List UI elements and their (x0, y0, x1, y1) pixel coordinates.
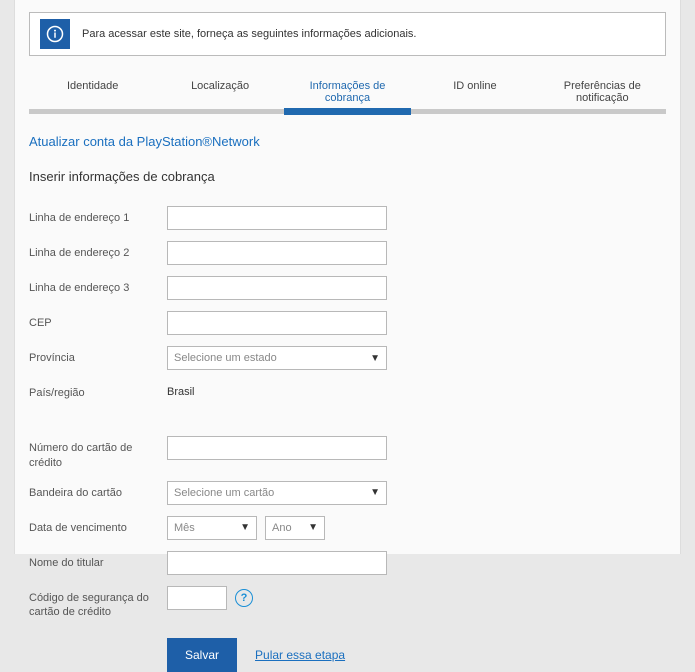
update-psn-link[interactable]: Atualizar conta da PlayStation®Network (29, 134, 666, 149)
wizard-tabs: Identidade Localização Informações de co… (29, 72, 666, 114)
label-address1: Linha de endereço 1 (29, 206, 159, 225)
label-country: País/região (29, 381, 159, 400)
info-notice: Para acessar este site, forneça as segui… (29, 12, 666, 56)
expiry-year-selected: Ano (272, 522, 292, 534)
cvv-input[interactable] (167, 586, 227, 610)
chevron-down-icon: ▼ (370, 487, 380, 498)
billing-form: Linha de endereço 1 Linha de endereço 2 … (29, 206, 666, 672)
address2-input[interactable] (167, 241, 387, 265)
label-province: Província (29, 346, 159, 365)
spacer (167, 411, 666, 425)
chevron-down-icon: ▼ (308, 522, 318, 533)
tab-online-id[interactable]: ID online (411, 72, 538, 114)
label-address3: Linha de endereço 3 (29, 276, 159, 295)
notice-message: Para acessar este site, forneça as segui… (82, 28, 416, 40)
country-value: Brasil (167, 381, 666, 398)
label-cc-brand: Bandeira do cartão (29, 481, 159, 500)
form-actions: Salvar Pular essa etapa (167, 638, 666, 672)
tab-location[interactable]: Localização (156, 72, 283, 114)
province-selected: Selecione um estado (174, 352, 277, 364)
chevron-down-icon: ▼ (370, 353, 380, 364)
cc-number-input[interactable] (167, 436, 387, 460)
help-icon[interactable]: ? (235, 589, 253, 607)
expiry-year-select[interactable]: Ano ▼ (265, 516, 325, 540)
spacer (29, 411, 159, 425)
address3-input[interactable] (167, 276, 387, 300)
tab-label: Localização (191, 80, 249, 92)
expiry-month-select[interactable]: Mês ▼ (167, 516, 257, 540)
page-container: Para acessar este site, forneça as segui… (14, 0, 681, 554)
address1-input[interactable] (167, 206, 387, 230)
cc-brand-select[interactable]: Selecione um cartão ▼ (167, 481, 387, 505)
tab-notification-prefs[interactable]: Preferências de notificação (539, 72, 666, 114)
tab-label: ID online (453, 80, 496, 92)
label-cvv: Código de segurança do cartão de crédito (29, 586, 159, 620)
province-select[interactable]: Selecione um estado ▼ (167, 346, 387, 370)
label-expiry: Data de vencimento (29, 516, 159, 535)
info-icon (40, 19, 70, 49)
tab-label: Identidade (67, 80, 118, 92)
chevron-down-icon: ▼ (240, 522, 250, 533)
save-button[interactable]: Salvar (167, 638, 237, 672)
skip-step-link[interactable]: Pular essa etapa (255, 648, 345, 662)
tab-identity[interactable]: Identidade (29, 72, 156, 114)
cc-brand-selected: Selecione um cartão (174, 487, 274, 499)
section-title: Inserir informações de cobrança (29, 169, 666, 184)
label-cep: CEP (29, 311, 159, 330)
label-address2: Linha de endereço 2 (29, 241, 159, 260)
tab-label: Informações de cobrança (310, 80, 386, 104)
cep-input[interactable] (167, 311, 387, 335)
holder-name-input[interactable] (167, 551, 387, 575)
tab-label: Preferências de notificação (564, 80, 641, 104)
expiry-month-selected: Mês (174, 522, 195, 534)
label-cc-number: Número do cartão de crédito (29, 436, 159, 470)
tab-billing[interactable]: Informações de cobrança (284, 72, 411, 114)
